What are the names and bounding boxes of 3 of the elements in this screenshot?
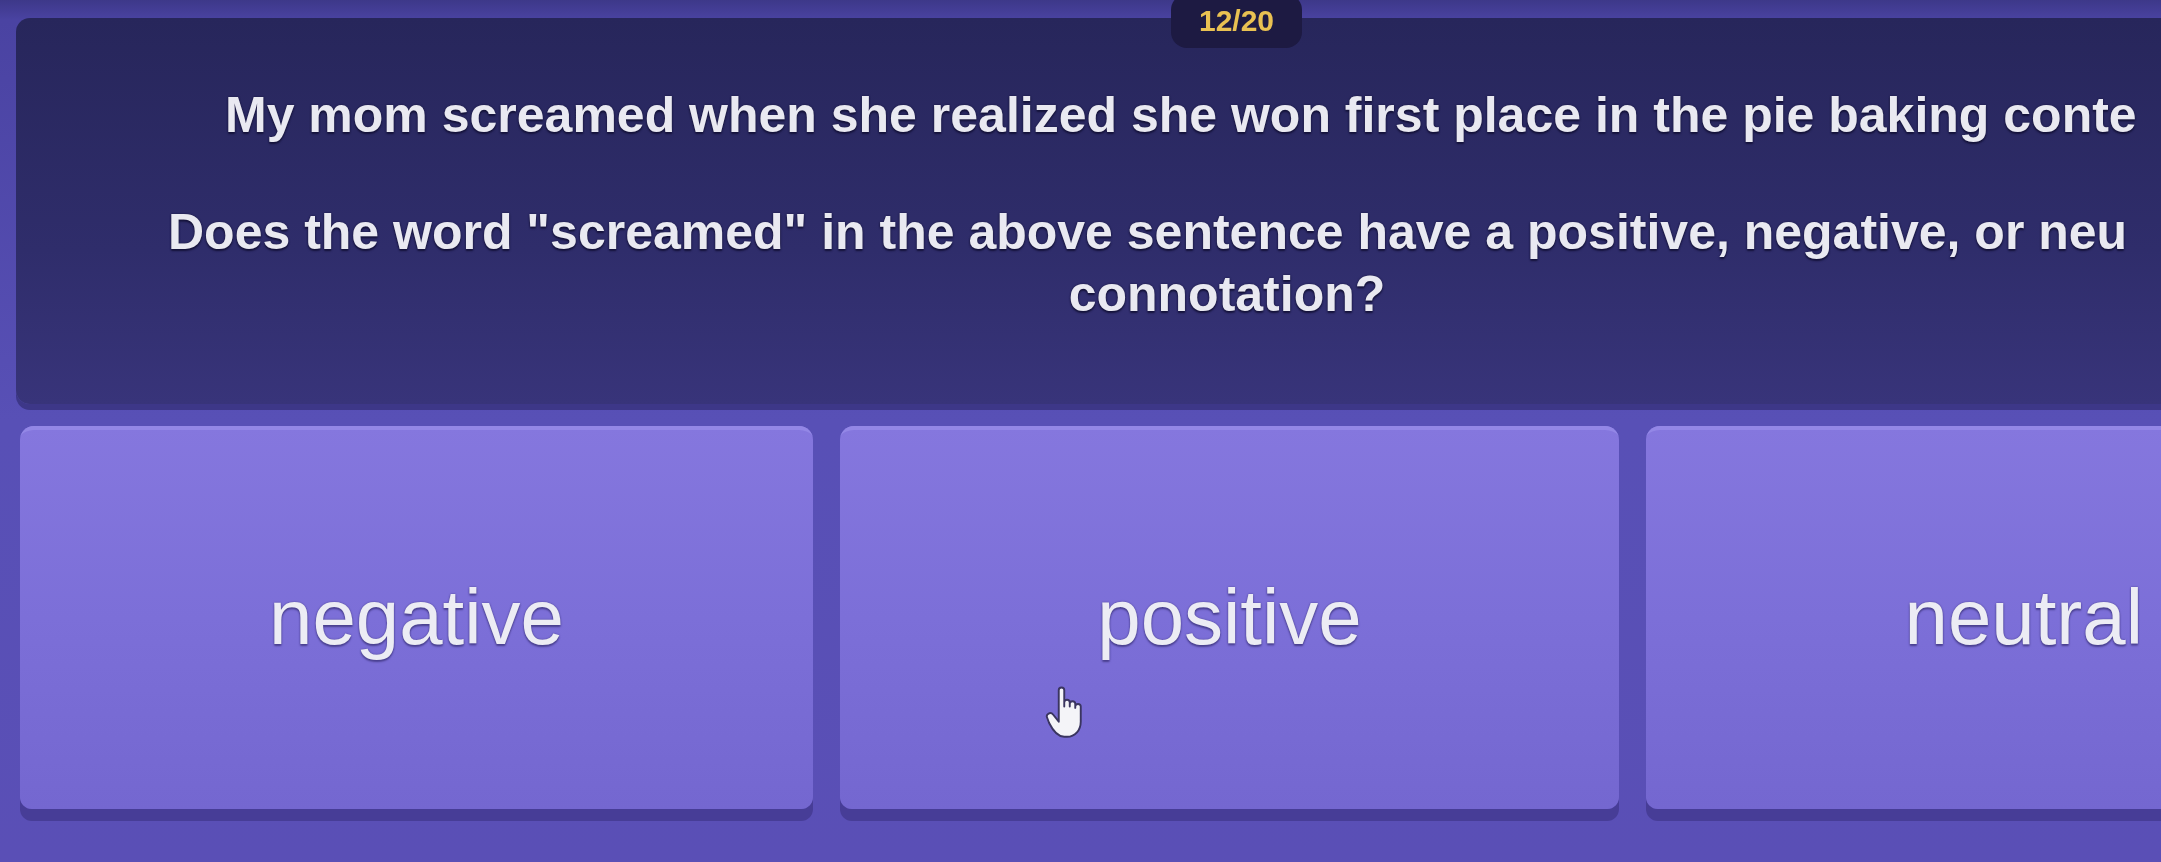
question-counter: 12/20 xyxy=(1171,0,1302,48)
question-prompt: Does the word "screamed" in the above sentence have a positive, negative, or neu connotation? xyxy=(167,203,2129,324)
question-sentence: My mom screamed when she realized she won first place in the pie baking conte xyxy=(224,86,2137,145)
